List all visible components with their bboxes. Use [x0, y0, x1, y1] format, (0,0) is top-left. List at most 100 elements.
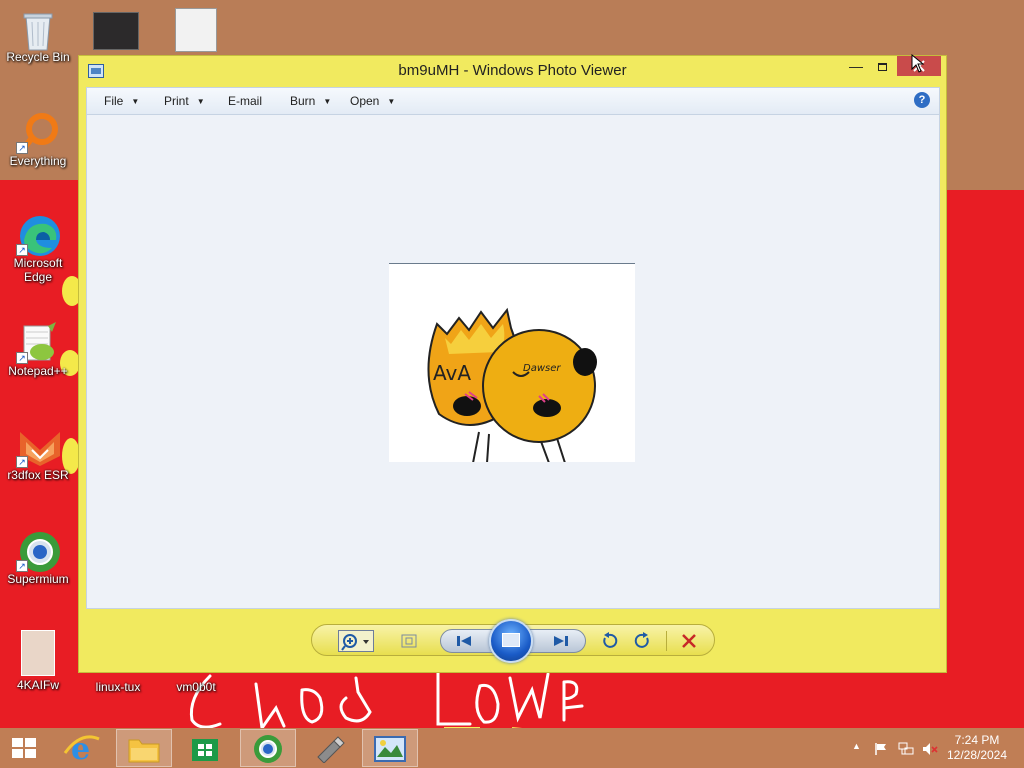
- show-hidden-icons-button[interactable]: ▲: [852, 741, 861, 751]
- network-icon[interactable]: [898, 742, 914, 756]
- notepad-plus-plus-icon: ↗: [16, 322, 58, 364]
- shortcut-arrow-icon: ↗: [16, 142, 28, 154]
- start-button[interactable]: [0, 729, 48, 767]
- maximize-icon: [877, 63, 887, 71]
- help-icon[interactable]: ?: [914, 92, 930, 108]
- next-icon: [554, 636, 568, 646]
- desktop-icon-label: vm0b0t: [176, 680, 216, 694]
- shortcut-arrow-icon: ↗: [16, 244, 28, 256]
- zoom-icon: [341, 634, 369, 651]
- desktop-wallpaper-red-left: [0, 180, 80, 210]
- taskbar-store[interactable]: [178, 729, 234, 767]
- shortcut-arrow-icon: ↗: [16, 456, 28, 468]
- maximize-button[interactable]: [867, 56, 897, 76]
- photo-label-ava: AvA: [433, 361, 471, 385]
- desktop-icon-image-1[interactable]: [86, 12, 146, 52]
- delete-icon: [682, 634, 696, 648]
- actual-size-button[interactable]: [398, 630, 420, 652]
- desktop-icon-linux-tux[interactable]: linux-tux: [80, 674, 156, 694]
- edge-icon: ↗: [16, 214, 60, 256]
- photo-artwork: AvA Dawser: [427, 307, 597, 462]
- menu-email-label: E-mail: [228, 94, 263, 108]
- desktop-icon-label: Supermium: [7, 572, 69, 586]
- desktop-icon-4kaifw[interactable]: 4KAIFw: [0, 630, 76, 692]
- image-thumbnail-icon: [93, 12, 139, 50]
- menu-print[interactable]: Print ▼: [164, 94, 205, 108]
- menu-open-label: Open: [350, 94, 380, 108]
- chevron-down-icon: ▼: [323, 97, 332, 106]
- taskbar-usb-drive[interactable]: [302, 729, 358, 767]
- window-title: bm9uMH - Windows Photo Viewer: [398, 62, 627, 79]
- menu-print-label: Print: [164, 94, 189, 108]
- menu-burn-label: Burn: [290, 94, 316, 108]
- internet-explorer-icon: e: [63, 732, 100, 767]
- title-bar[interactable]: bm9uMH - Windows Photo Viewer —: [79, 56, 946, 86]
- photo-viewer-icon: [374, 736, 406, 762]
- desktop-icon-label: Notepad++: [8, 364, 68, 378]
- clock-time: 7:24 PM: [954, 733, 1000, 747]
- image-viewport[interactable]: AvA Dawser: [86, 115, 940, 609]
- rotate-clockwise-button[interactable]: [632, 630, 654, 652]
- taskbar-supermium[interactable]: [240, 729, 296, 767]
- zoom-button[interactable]: [338, 630, 374, 652]
- taskbar-file-explorer[interactable]: [116, 729, 172, 767]
- menu-email[interactable]: E-mail: [228, 94, 262, 108]
- clock-date: 12/28/2024: [946, 748, 1008, 762]
- menu-open[interactable]: Open ▼: [350, 94, 395, 108]
- next-button[interactable]: [550, 630, 572, 652]
- rotate-left-icon: [603, 632, 618, 648]
- menu-file-label: File: [104, 94, 124, 108]
- desktop-icon-label: Everything: [9, 154, 67, 168]
- taskbar: e: [0, 728, 1024, 768]
- desktop-icon-label: linux-tux: [95, 680, 141, 694]
- desktop-icon-microsoft-edge[interactable]: ↗ Microsoft Edge: [0, 214, 76, 284]
- rotate-right-icon: [634, 632, 649, 648]
- desktop-icon-label: Microsoft Edge: [13, 256, 63, 284]
- store-icon: [192, 739, 218, 761]
- shortcut-arrow-icon: ↗: [16, 352, 28, 364]
- desktop-icon-r3dfox[interactable]: ↗ r3dfox ESR: [0, 426, 76, 482]
- menu-file[interactable]: File ▼: [104, 94, 139, 108]
- taskbar-photo-viewer[interactable]: [362, 729, 418, 767]
- desktop-icon-everything[interactable]: ↗ Everything: [0, 112, 76, 168]
- photo-label-dawser: Dawser: [523, 363, 561, 374]
- folder-icon: [128, 739, 160, 763]
- mouse-cursor-icon: [911, 54, 925, 73]
- desktop-icon-supermium[interactable]: ↗ Supermium: [0, 530, 76, 586]
- chevron-down-icon: ▼: [196, 97, 205, 106]
- image-thumbnail-icon: [175, 8, 217, 52]
- slideshow-button[interactable]: [489, 619, 533, 663]
- chevron-down-icon: ▼: [131, 97, 140, 106]
- desktop-icon-label: r3dfox ESR: [7, 468, 69, 482]
- desktop-icon-notepad-plus-plus[interactable]: ↗ Notepad++: [0, 322, 76, 378]
- everything-search-icon: ↗: [16, 112, 58, 154]
- action-center-flag-icon[interactable]: [874, 742, 888, 756]
- slideshow-icon: [502, 633, 520, 647]
- previous-button[interactable]: [453, 630, 475, 652]
- menu-burn[interactable]: Burn ▼: [290, 94, 331, 108]
- recycle-bin-icon: [18, 8, 58, 51]
- command-bar: File ▼ Print ▼ E-mail Burn ▼ Open ▼ ?: [86, 87, 940, 115]
- delete-button[interactable]: [678, 630, 700, 652]
- supermium-icon: ↗: [16, 530, 60, 572]
- windows-logo-icon: [12, 738, 36, 758]
- desktop-icon-recycle-bin[interactable]: Recycle Bin: [0, 8, 76, 64]
- desktop-icon-image-2[interactable]: [166, 8, 226, 54]
- taskbar-internet-explorer[interactable]: e: [54, 729, 110, 767]
- displayed-photo: AvA Dawser: [389, 263, 635, 462]
- rotate-counterclockwise-button[interactable]: [598, 630, 620, 652]
- desktop-icon-label: 4KAIFw: [16, 678, 59, 692]
- desktop-icon-vm0b0t[interactable]: vm0b0t: [158, 674, 234, 694]
- chevron-down-icon: ▼: [387, 97, 396, 106]
- previous-icon: [457, 636, 471, 646]
- fit-window-icon: [401, 634, 417, 648]
- r3dfox-icon: ↗: [16, 426, 60, 468]
- desktop-icon-label: Recycle Bin: [6, 50, 70, 64]
- supermium-icon: [254, 735, 282, 763]
- shortcut-arrow-icon: ↗: [16, 560, 28, 572]
- taskbar-clock[interactable]: 7:24 PM 12/28/2024: [934, 733, 1020, 763]
- image-file-icon: [21, 630, 55, 676]
- photo-viewer-window: bm9uMH - Windows Photo Viewer — File ▼ Pr…: [78, 55, 947, 673]
- toolbar-divider: [666, 631, 667, 651]
- playback-controls: [311, 619, 715, 663]
